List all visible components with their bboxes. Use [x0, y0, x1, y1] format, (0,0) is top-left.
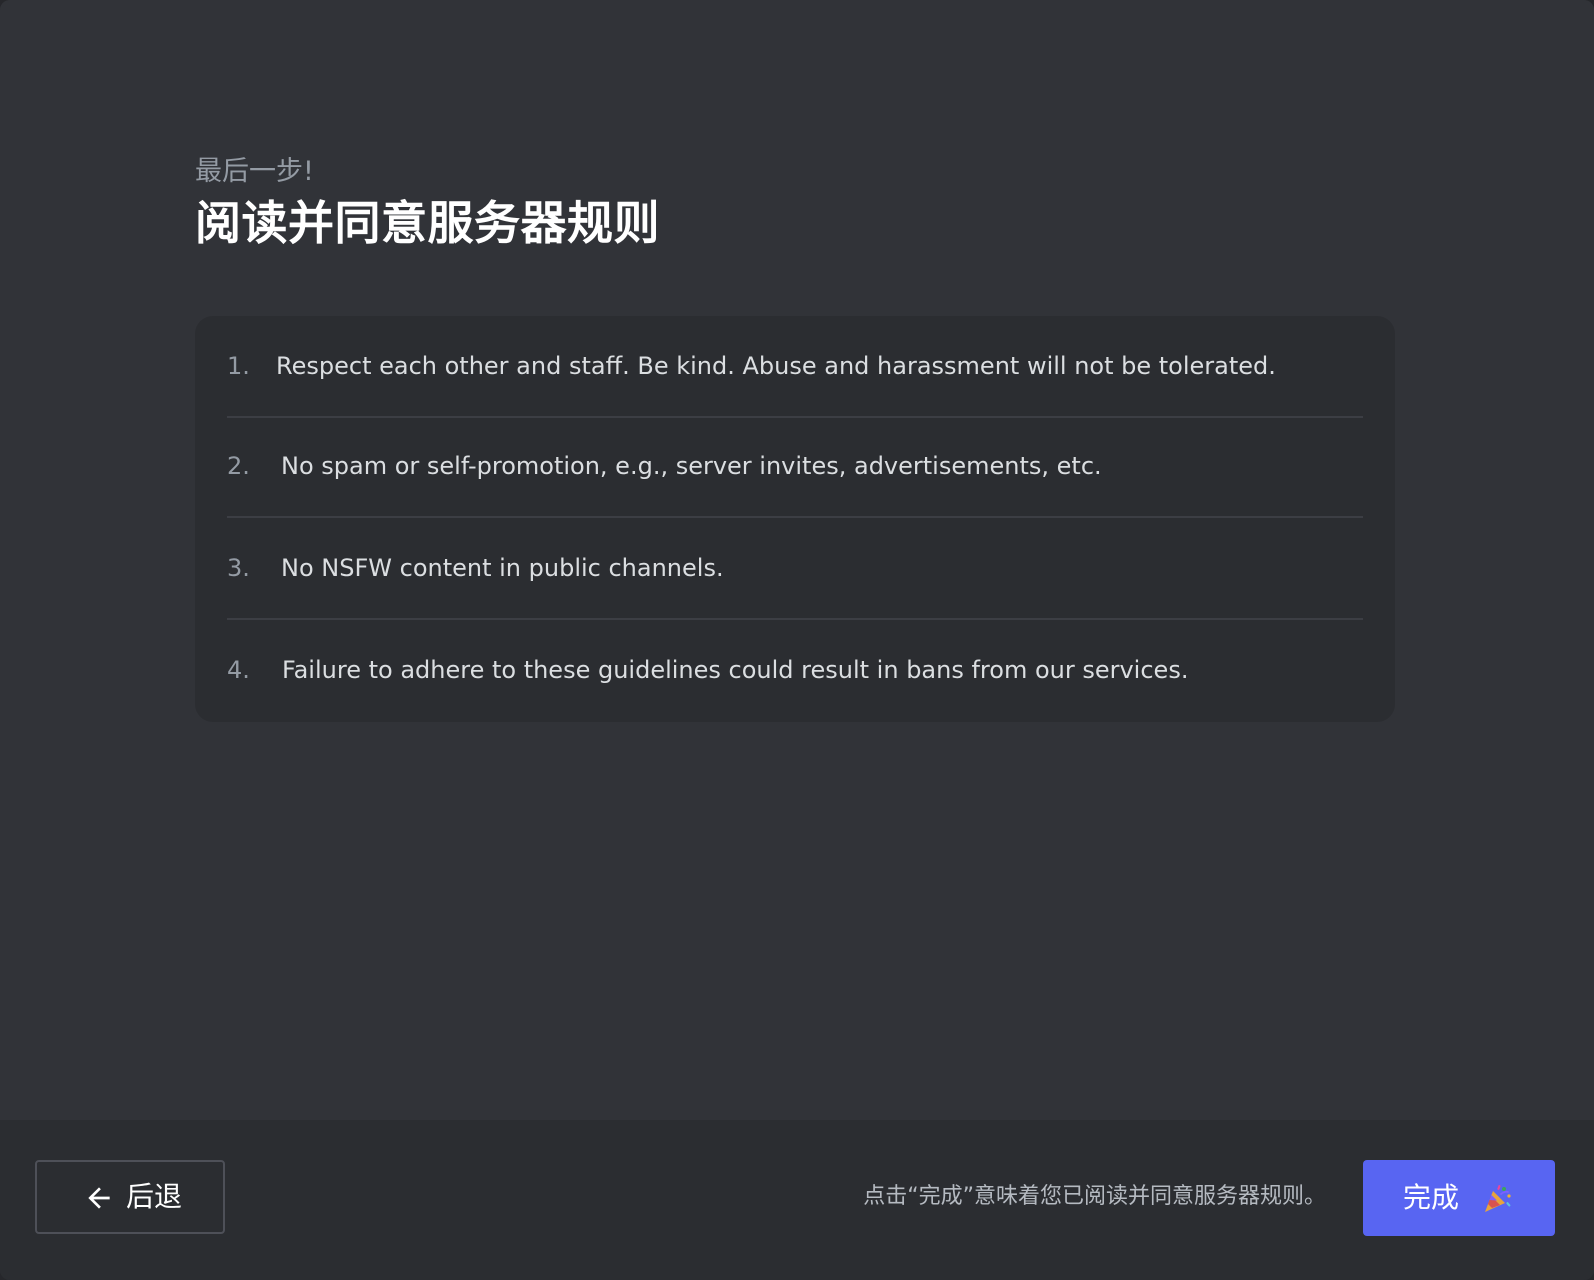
finish-button-label: 完成	[1403, 1181, 1460, 1214]
rule-item: 1. Respect each other and staff. Be kind…	[227, 316, 1363, 418]
rules-step-content: 最后一步! 阅读并同意服务器规则 1. Respect each other a…	[0, 0, 1594, 1120]
rule-number: 2.	[227, 452, 250, 480]
rule-number: 4.	[227, 656, 250, 684]
onboarding-modal: 最后一步! 阅读并同意服务器规则 1. Respect each other a…	[0, 0, 1594, 1280]
rule-item: 3. No NSFW content in public channels.	[227, 518, 1363, 620]
rule-item: 4. Failure to adhere to these guidelines…	[227, 620, 1363, 722]
back-button[interactable]: 后退	[35, 1160, 225, 1234]
rule-number: 1.	[227, 352, 250, 380]
rule-text: No spam or self-promotion, e.g., server …	[281, 452, 1102, 480]
agreement-note: 点击“完成”意味着您已阅读并同意服务器规则。	[863, 1184, 1326, 1209]
rule-text: Respect each other and staff. Be kind. A…	[276, 352, 1276, 380]
arrow-left-icon	[88, 1187, 110, 1209]
step-eyebrow: 最后一步!	[195, 156, 314, 187]
rule-item: 2. No spam or self-promotion, e.g., serv…	[227, 416, 1363, 518]
rule-text: No NSFW content in public channels.	[281, 554, 724, 582]
party-popper-icon	[1485, 1185, 1511, 1212]
rules-list: 1. Respect each other and staff. Be kind…	[195, 316, 1395, 722]
rule-text: Failure to adhere to these guidelines co…	[282, 656, 1189, 684]
back-button-label: 后退	[126, 1180, 183, 1213]
modal-footer: 后退 点击“完成”意味着您已阅读并同意服务器规则。 完成	[0, 1120, 1594, 1280]
finish-button[interactable]: 完成	[1363, 1160, 1555, 1236]
rule-number: 3.	[227, 554, 250, 582]
page-title: 阅读并同意服务器规则	[195, 196, 660, 250]
